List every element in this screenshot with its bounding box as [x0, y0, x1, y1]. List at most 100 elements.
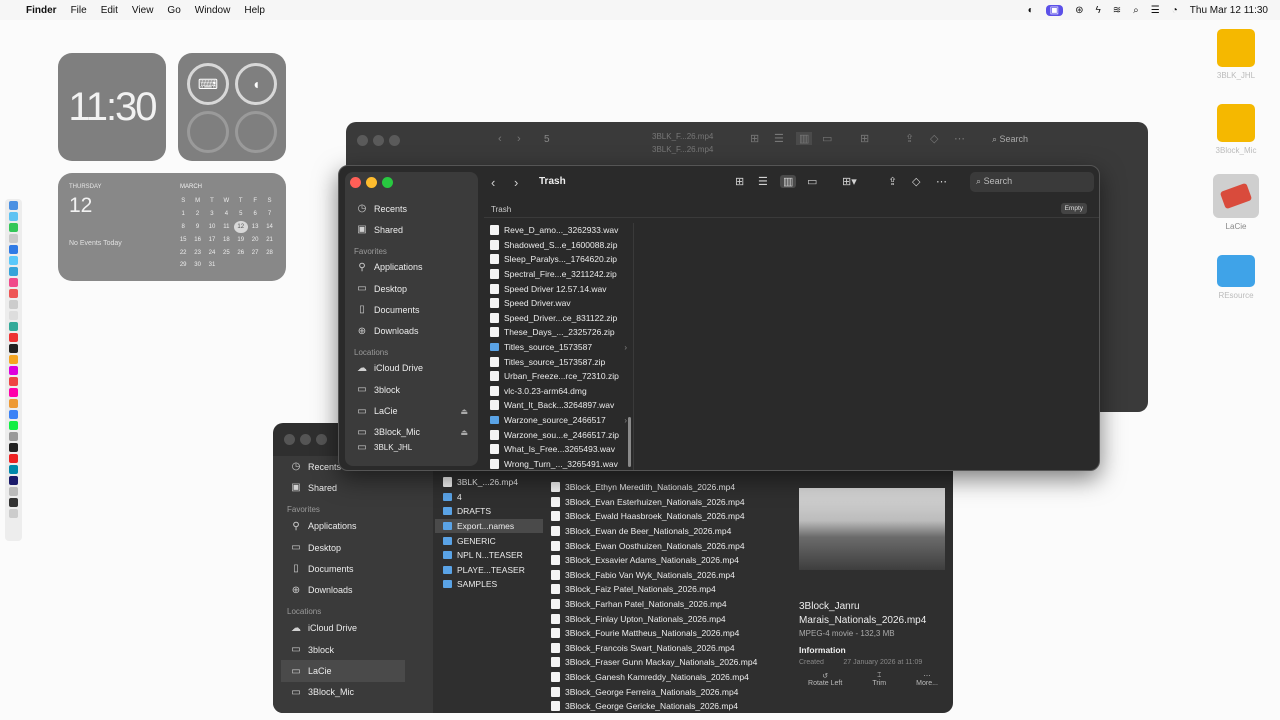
list-item[interactable]: 3Block_Finlay Upton_Nationals_2026.mp4: [543, 611, 793, 626]
sidebar-item-downloads[interactable]: ⊕ Downloads: [273, 579, 433, 600]
more-icon[interactable]: ⋯: [954, 132, 965, 145]
list-item[interactable]: 3Block_Evan Esterhuizen_Nationals_2026.m…: [543, 495, 793, 510]
sidebar-item-documents[interactable]: ▯ Documents: [273, 558, 433, 579]
list-item[interactable]: Spectral_Fire...e_3211242.zip: [482, 267, 633, 282]
sidebar-item-downloads[interactable]: ⊕ Downloads: [345, 320, 478, 341]
dock-app-icon[interactable]: [9, 443, 18, 452]
menu-clock[interactable]: Thu Mar 12 11:30: [1190, 5, 1268, 16]
dock-app-icon[interactable]: [9, 432, 18, 441]
share-icon[interactable]: ⇪: [905, 132, 914, 145]
list-item[interactable]: 3Block_George Gericke_Nationals_2026.mp4: [543, 699, 793, 713]
sidebar-item-lacie[interactable]: ▭ LaCie ⏏: [345, 400, 478, 421]
sidebar-item-desktop[interactable]: ▭ Desktop: [345, 278, 478, 299]
dock-app-icon[interactable]: [9, 399, 18, 408]
group-icon[interactable]: ⊞: [860, 132, 869, 145]
dock-app-icon[interactable]: [9, 245, 18, 254]
sidebar-item-applications[interactable]: ⚲ Applications: [345, 257, 478, 278]
wifi-icon[interactable]: ≋: [1113, 5, 1121, 16]
list-item[interactable]: Speed Driver.wav: [482, 296, 633, 311]
file-item[interactable]: 3BLK_F...26.mp4: [652, 143, 713, 156]
list-item[interactable]: 3Block_Exsavier Adams_Nationals_2026.mp4: [543, 553, 793, 568]
dock-app-icon[interactable]: [9, 498, 18, 507]
list-item[interactable]: Warzone_source_2466517 ›: [482, 413, 633, 428]
sidebar-item-shared[interactable]: ▣ Shared: [345, 219, 478, 240]
column-view-icon[interactable]: ▥: [796, 132, 813, 145]
sidebar-item-documents[interactable]: ▯ Documents: [345, 299, 478, 320]
tag-icon[interactable]: ◇: [930, 132, 938, 145]
dock-app-icon[interactable]: [9, 454, 18, 463]
sidebar-item-lacie[interactable]: ▭ LaCie: [281, 660, 405, 682]
clock-widget[interactable]: 11:30: [58, 53, 166, 161]
list-item[interactable]: 4: [435, 490, 543, 505]
sidebar-item-3block[interactable]: ▭ 3block: [345, 379, 478, 400]
column-view-icon[interactable]: ▥: [780, 175, 797, 188]
desktop-folder-resource[interactable]: REsource: [1206, 255, 1266, 300]
list-item[interactable]: 3Block_Fourie Mattheus_Nationals_2026.mp…: [543, 626, 793, 641]
menu-go[interactable]: Go: [167, 5, 180, 16]
list-view-icon[interactable]: ☰: [774, 132, 784, 145]
list-item[interactable]: 3Block_Ewald Haasbroek_Nationals_2026.mp…: [543, 509, 793, 524]
sidebar-item-3blk-jhl[interactable]: ▭ 3BLK_JHL: [345, 443, 478, 453]
sidebar-item-applications[interactable]: ⚲ Applications: [273, 516, 433, 537]
list-item[interactable]: Want_It_Back...3264897.wav: [482, 398, 633, 413]
calendar-widget[interactable]: THURSDAY 12 No Events Today MARCH SMTWTF…: [58, 173, 286, 281]
dock-app-icon[interactable]: [9, 311, 18, 320]
group-by-icon[interactable]: ⊞▾: [842, 175, 857, 188]
list-item[interactable]: SAMPLES: [435, 577, 543, 592]
sidebar-item-recents[interactable]: ◷ Recents: [345, 198, 478, 219]
list-item[interactable]: 3Block_Ewan Oosthuizen_Nationals_2026.mp…: [543, 538, 793, 553]
list-item[interactable]: 3Block_Farhan Patel_Nationals_2026.mp4: [543, 597, 793, 612]
list-item[interactable]: 3Block_Fraser Gunn Mackay_Nationals_2026…: [543, 655, 793, 670]
list-item[interactable]: Reve_D_amo..._3262933.wav: [482, 223, 633, 238]
dock-app-icon[interactable]: [9, 333, 18, 342]
list-item[interactable]: Sleep_Paralys..._1764620.zip: [482, 252, 633, 267]
tag-icon[interactable]: ◇: [912, 175, 920, 188]
dock-app-icon[interactable]: [9, 388, 18, 397]
menu-window[interactable]: Window: [195, 5, 231, 16]
eject-icon[interactable]: ⏏: [460, 407, 468, 416]
dock-app-icon[interactable]: [9, 256, 18, 265]
battery-widget[interactable]: ⌨ ◖: [178, 53, 286, 161]
list-item[interactable]: Warzone_sou...e_2466517.zip: [482, 427, 633, 442]
sidebar-item-desktop[interactable]: ▭ Desktop: [273, 537, 433, 558]
user-icon[interactable]: ◔: [1172, 5, 1178, 16]
close-button[interactable]: [357, 135, 368, 146]
list-view-icon[interactable]: ☰: [758, 175, 768, 188]
dock-app-icon[interactable]: [9, 234, 18, 243]
dock-app-icon[interactable]: [9, 223, 18, 232]
more-button[interactable]: ⋯ More...: [916, 672, 938, 687]
dock-app-icon[interactable]: [9, 465, 18, 474]
file-item[interactable]: 3BLK_F...26.mp4: [652, 130, 713, 143]
zoom-button[interactable]: [382, 177, 393, 188]
list-item[interactable]: Titles_source_1573587 ›: [482, 340, 633, 355]
dock-app-icon[interactable]: [9, 509, 18, 518]
share-icon[interactable]: ⇪: [888, 175, 897, 188]
rotate-left-button[interactable]: ↺ Rotate Left: [808, 672, 842, 687]
dock-app-icon[interactable]: [9, 289, 18, 298]
video-thumbnail[interactable]: [799, 488, 945, 570]
close-button[interactable]: [284, 434, 295, 445]
back-arrow-icon[interactable]: ‹: [498, 133, 502, 145]
list-item[interactable]: 3BLK_...26.mp4: [435, 475, 543, 490]
list-item[interactable]: DRAFTS: [435, 504, 543, 519]
dock-app-icon[interactable]: [9, 300, 18, 309]
list-item[interactable]: 3Block_Francois Swart_Nationals_2026.mp4: [543, 641, 793, 656]
icon-view-icon[interactable]: ⊞: [735, 175, 744, 188]
finder-window-trash[interactable]: ◷ Recents ▣ Shared Favorites ⚲ Applications…: [338, 165, 1100, 471]
eject-icon[interactable]: ⏏: [460, 428, 468, 437]
list-item[interactable]: What_Is_Free...3265493.wav: [482, 442, 633, 457]
empty-trash-button[interactable]: Empty: [1060, 203, 1087, 214]
list-item-selected[interactable]: Export...names: [435, 518, 543, 534]
dock-app-icon[interactable]: [9, 278, 18, 287]
list-item[interactable]: vlc-3.0.23-arm64.dmg: [482, 384, 633, 399]
list-item[interactable]: Speed Driver 12.57.14.wav: [482, 281, 633, 296]
dock-app-icon[interactable]: [9, 487, 18, 496]
control-center-icon[interactable]: ☰: [1151, 5, 1160, 16]
zoom-button[interactable]: [389, 135, 400, 146]
search-icon[interactable]: ⌕: [1133, 5, 1139, 16]
menu-edit[interactable]: Edit: [101, 5, 118, 16]
list-item[interactable]: 3Block_George Ferreira_Nationals_2026.mp…: [543, 684, 793, 699]
list-item[interactable]: 3Block_Faiz Patel_Nationals_2026.mp4: [543, 582, 793, 597]
menu-view[interactable]: View: [132, 5, 154, 16]
list-item[interactable]: Titles_source_1573587.zip: [482, 354, 633, 369]
